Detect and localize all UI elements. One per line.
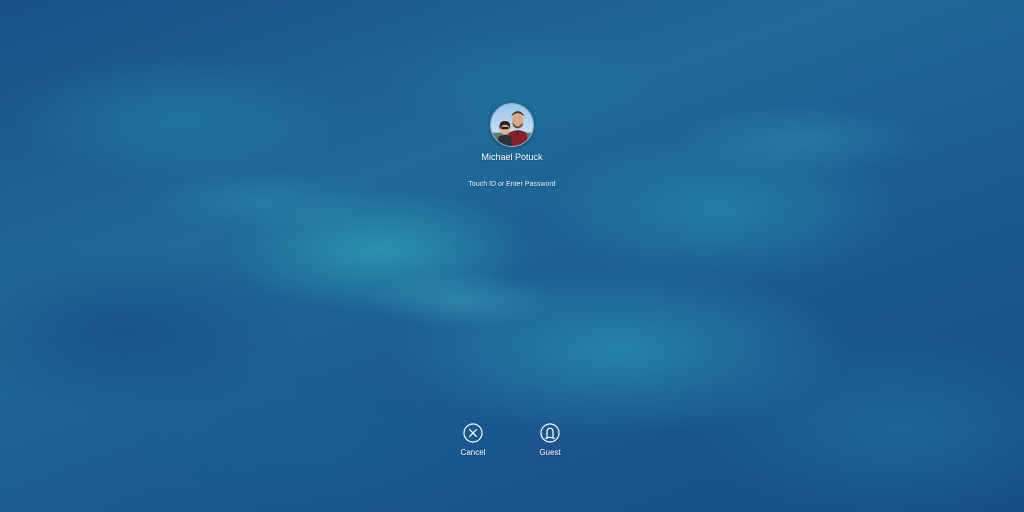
cancel-button[interactable]: Cancel	[443, 423, 503, 458]
cancel-label: Cancel	[460, 448, 486, 457]
user-name: Michael Potuck	[481, 152, 543, 162]
user-avatar[interactable]	[490, 103, 534, 147]
password-hint-text[interactable]: Touch ID or Enter Password	[412, 180, 612, 189]
guest-user-icon	[540, 423, 560, 443]
login-panel: Michael Potuck Touch ID or Enter Passwor…	[412, 103, 612, 189]
cancel-circle-x-icon	[463, 423, 483, 443]
desktop-wallpaper	[0, 0, 1024, 512]
guest-label: Guest	[539, 448, 561, 457]
user-avatar-photo	[491, 104, 533, 146]
guest-button[interactable]: Guest	[520, 423, 580, 458]
